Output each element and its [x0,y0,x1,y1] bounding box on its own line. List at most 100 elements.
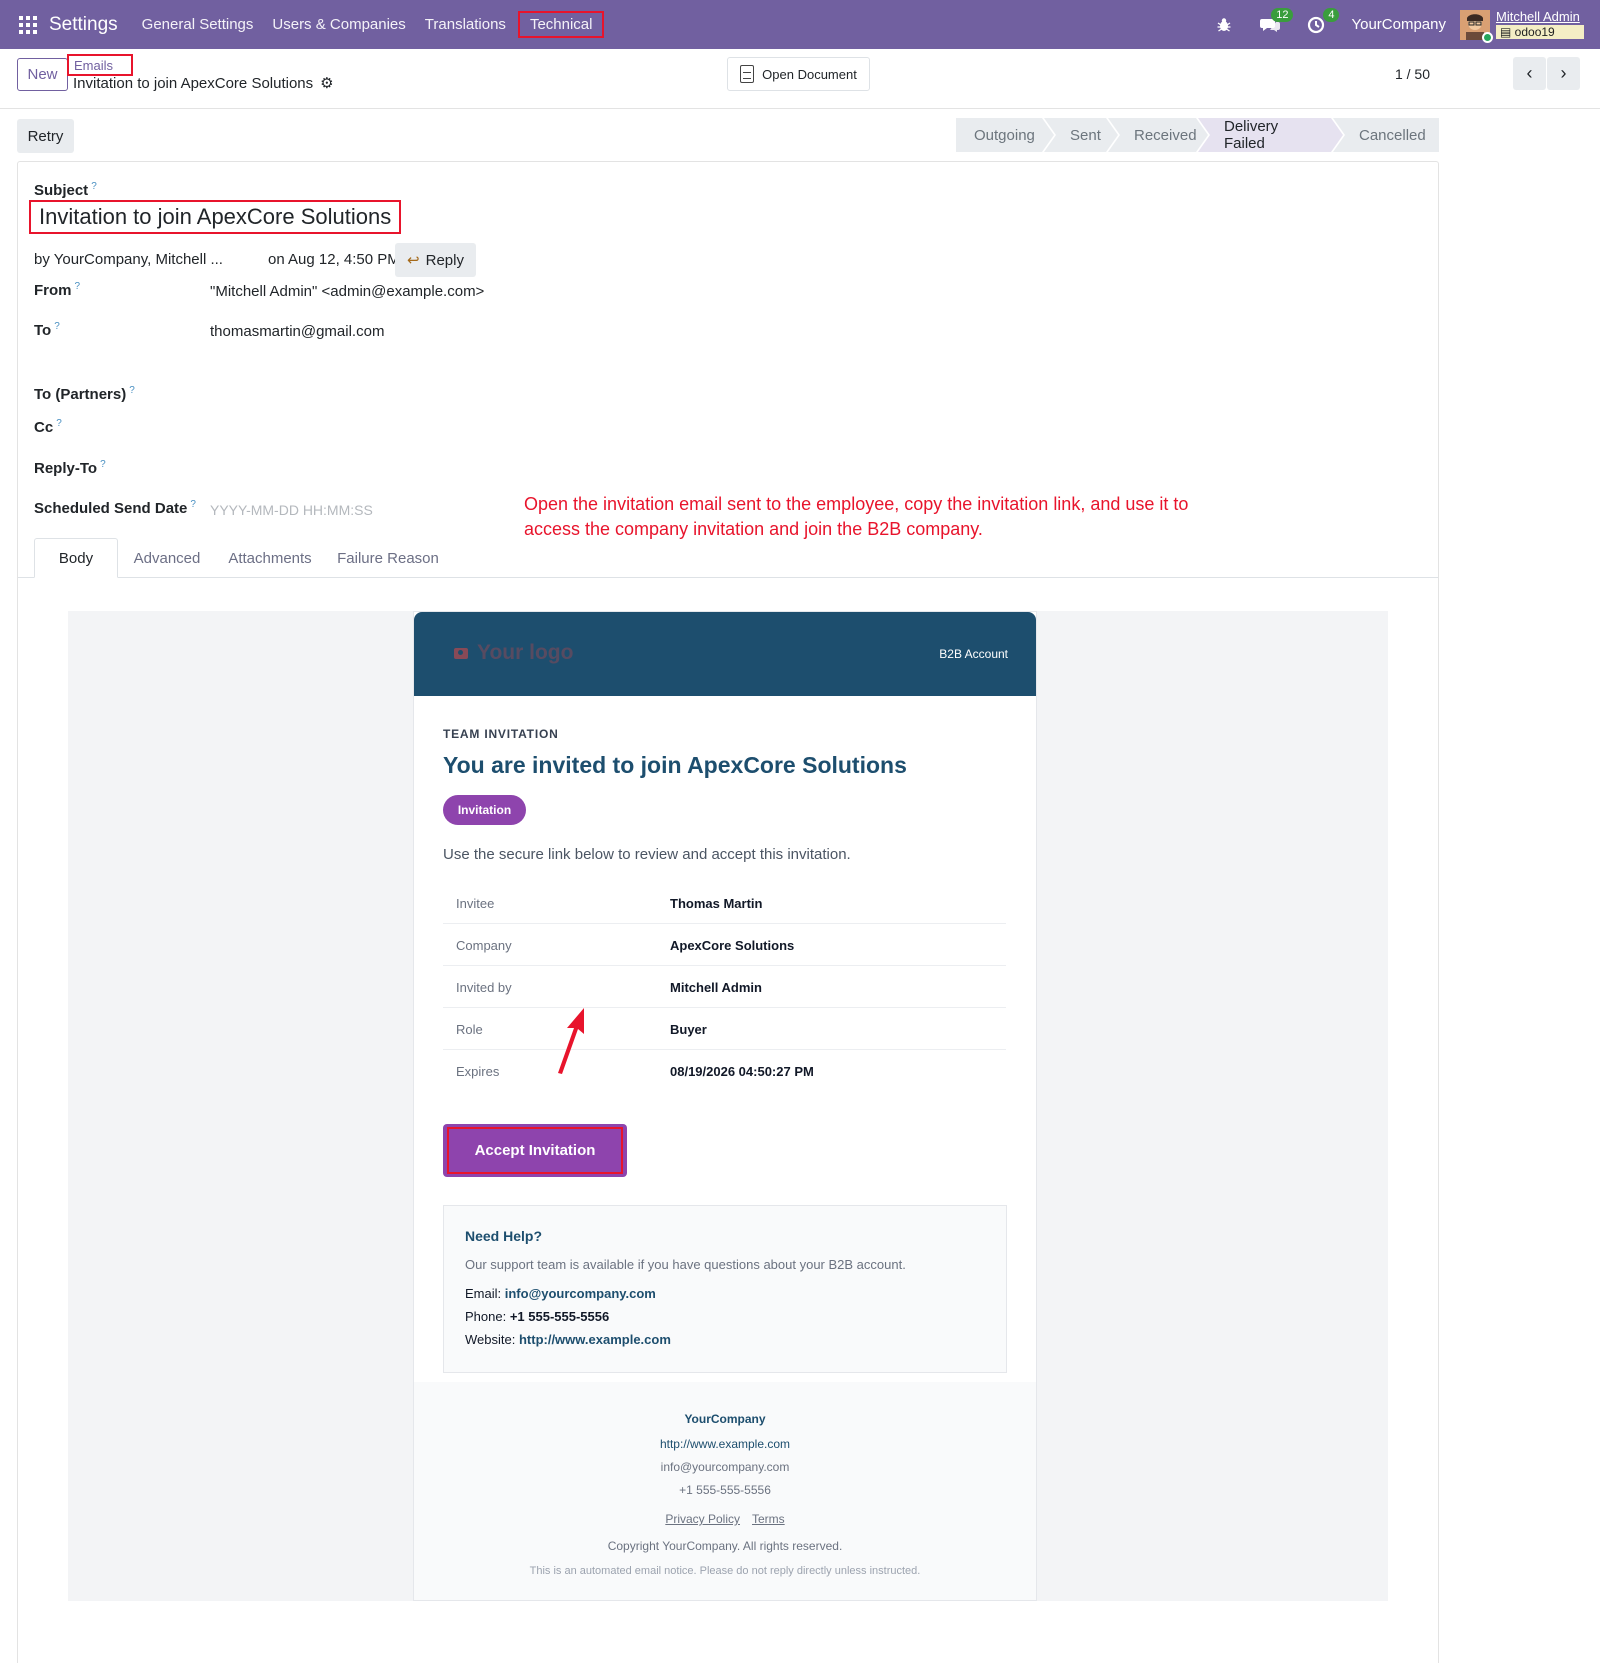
top-navbar: Settings General Settings Users & Compan… [0,0,1600,49]
annotation-arrow-icon [558,1008,584,1074]
menu-translations[interactable]: Translations [419,12,512,37]
messages-icon[interactable]: 12 [1259,7,1294,36]
pager-previous-button[interactable]: ‹ [1513,57,1546,90]
detail-row: Role Buyer [443,1008,1006,1050]
to-label: To? [34,321,60,339]
chevron-right-icon: › [1560,63,1567,83]
open-document-button[interactable]: Open Document [727,57,870,91]
pager-next-button[interactable]: › [1547,57,1580,90]
footer-notice: This is an automated email notice. Pleas… [529,1565,921,1577]
team-invitation-kicker: TEAM INVITATION [443,727,559,741]
from-value[interactable]: "Mitchell Admin" <admin@example.com> [210,283,484,300]
retry-button[interactable]: Retry [17,119,74,153]
to-value[interactable]: thomasmartin@gmail.com [210,323,384,340]
invitation-badge: Invitation [443,795,526,825]
stage-delivery-failed[interactable]: Delivery Failed [1198,118,1343,152]
help-email-line: Email: info@yourcompany.com [465,1286,656,1301]
menu-general-settings[interactable]: General Settings [136,12,260,37]
support-phone: +1 555-555-5556 [509,1309,610,1324]
stage-received[interactable]: Received [1108,118,1208,152]
record-title-text: Invitation to join ApexCore Solutions [73,74,314,92]
help-website-line: Website: http://www.example.com [465,1332,671,1347]
online-status-icon [1482,31,1493,43]
footer-website-link[interactable]: http://www.example.com [414,1437,1036,1451]
company-switcher[interactable]: YourCompany [1351,16,1446,33]
detail-value: Thomas Martin [670,896,763,911]
new-button[interactable]: New [17,58,68,91]
instruction-annotation: Open the invitation email sent to the em… [524,494,1189,539]
email-footer: YourCompany http://www.example.com info@… [414,1382,1036,1600]
stage-cancelled[interactable]: Cancelled [1333,118,1439,152]
detail-key: Role [456,1022,483,1037]
menu-technical[interactable]: Technical [517,11,605,38]
tab-attachments[interactable]: Attachments [216,538,324,578]
pager-value[interactable]: 1 / 50 [1395,66,1430,82]
from-label: From? [34,281,81,299]
help-title: Need Help? [465,1228,543,1244]
terms-link[interactable]: Terms [752,1512,785,1526]
detail-value: Mitchell Admin [670,980,762,995]
breadcrumb-emails[interactable]: Emails [67,54,133,76]
support-email-link[interactable]: info@yourcompany.com [505,1286,656,1301]
user-menu[interactable]: Mitchell Admin ▤ odoo19 [1496,10,1584,39]
detail-key: Company [456,938,512,953]
document-icon [740,65,755,83]
subject-value[interactable]: Invitation to join ApexCore Solutions [29,200,402,234]
detail-key: Invitee [456,896,495,911]
logo-placeholder-text: Your logo [477,641,574,664]
to-partners-label: To (Partners)? [34,385,135,403]
invitation-description: Use the secure link below to review and … [443,846,851,863]
detail-row: Invitee Thomas Martin [443,882,1006,924]
help-box: Need Help? Our support team is available… [443,1205,1007,1373]
tab-body[interactable]: Body [34,538,118,578]
stage-outgoing[interactable]: Outgoing [956,118,1054,152]
user-avatar[interactable] [1460,9,1493,43]
accept-invitation-button[interactable]: Accept Invitation [443,1124,627,1177]
detail-value: Buyer [670,1022,707,1037]
database-name: ▤ odoo19 [1496,25,1584,39]
control-panel: New Emails Invitation to join ApexCore S… [0,49,1600,109]
email-header: Your logo B2B Account [414,612,1036,696]
debug-bug-icon[interactable] [1213,14,1235,36]
company-logo: Your logo [454,641,573,665]
gear-icon[interactable]: ⚙ [320,74,333,92]
help-phone-line: Phone: +1 555-555-5556 [465,1309,610,1324]
footer-company: YourCompany [684,1412,766,1426]
accept-invitation-label: Accept Invitation [447,1127,623,1174]
footer-links: Privacy Policy Terms [414,1512,1036,1526]
messages-count-badge: 12 [1271,7,1294,22]
author-line: by YourCompany, Mitchell ... [34,251,223,268]
detail-row: Expires 08/19/2026 04:50:27 PM [443,1050,1006,1092]
privacy-policy-link[interactable]: Privacy Policy [665,1512,740,1526]
cc-label: Cc? [34,418,62,436]
subject-label: Subject? [34,181,97,199]
detail-key: Invited by [456,980,512,995]
scheduled-send-date-label: Scheduled Send Date? [34,499,196,517]
notebook-tabs: Body Advanced Attachments Failure Reason [18,538,1438,578]
detail-value: ApexCore Solutions [670,938,795,953]
b2b-account-label: B2B Account [939,647,1008,661]
tab-failure-reason[interactable]: Failure Reason [328,538,448,578]
app-title[interactable]: Settings [49,14,118,36]
activities-count-badge: 4 [1323,7,1340,22]
reply-button[interactable]: ↩ Reply [395,243,476,277]
footer-copyright: Copyright YourCompany. All rights reserv… [607,1539,843,1553]
footer-phone: +1 555-555-5556 [679,1483,771,1497]
menu-users-companies[interactable]: Users & Companies [266,12,411,37]
reply-label: Reply [425,251,464,269]
user-name[interactable]: Mitchell Admin [1496,10,1584,24]
support-website-link[interactable]: http://www.example.com [519,1332,671,1347]
invitation-title: You are invited to join ApexCore Solutio… [443,752,907,778]
email-body-preview: Your logo B2B Account TEAM INVITATION Yo… [68,611,1388,1601]
navbar-systray: 12 4 YourCompany Mitchell Admin ▤ odoo19 [1213,0,1600,49]
detail-row: Invited by Mitchell Admin [443,966,1006,1008]
record-title: Invitation to join ApexCore Solutions ⚙ [73,74,334,93]
scheduled-send-date-input[interactable]: YYYY-MM-DD HH:MM:SS [210,502,373,518]
apps-menu-icon[interactable] [19,15,37,34]
tab-advanced[interactable]: Advanced [122,538,212,578]
stage-sent[interactable]: Sent [1044,118,1118,152]
invitation-details-table: Invitee Thomas Martin Company ApexCore S… [443,882,1006,1092]
activities-clock-icon[interactable]: 4 [1305,7,1340,36]
detail-value: 08/19/2026 04:50:27 PM [670,1064,814,1079]
detail-key: Expires [456,1064,500,1079]
